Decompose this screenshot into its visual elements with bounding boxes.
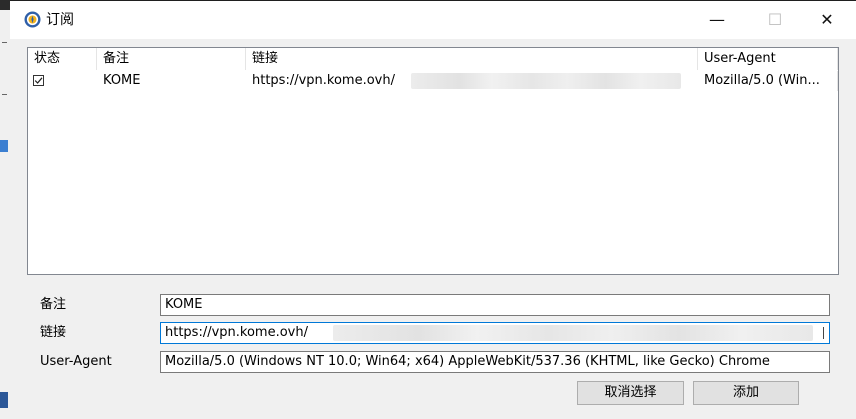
maximize-icon: ☐: [767, 10, 783, 29]
background-mark: [2, 42, 7, 43]
window-title: 订阅: [46, 12, 74, 28]
column-header-status[interactable]: 状态: [28, 48, 97, 70]
column-header-link[interactable]: 链接: [246, 48, 698, 70]
title-bar[interactable]: 订阅 — ☐ ✕: [10, 1, 856, 39]
row-enabled-checkbox[interactable]: [33, 75, 44, 86]
user-agent-input[interactable]: Mozilla/5.0 (Windows NT 10.0; Win64; x64…: [160, 351, 830, 373]
checkmark-icon: [34, 77, 43, 84]
user-agent-input-value: Mozilla/5.0 (Windows NT 10.0; Win64; x64…: [165, 354, 770, 369]
column-header-user-agent[interactable]: User-Agent: [698, 48, 838, 70]
row-link-text: https://vpn.kome.ovh/: [252, 73, 395, 88]
link-label: 链接: [40, 325, 67, 340]
text-caret: [823, 327, 824, 339]
background-window-titlebar: [0, 0, 10, 10]
app-badge-icon: [24, 11, 41, 28]
list-item[interactable]: KOME https://vpn.kome.ovh/ Mozilla/5.0 (…: [28, 71, 838, 91]
maximize-button[interactable]: ☐: [752, 1, 798, 39]
remark-label: 备注: [40, 297, 67, 312]
redacted-link-overlay: [333, 325, 813, 341]
column-header-remark[interactable]: 备注: [97, 48, 246, 70]
link-input[interactable]: https://vpn.kome.ovh/: [160, 322, 830, 344]
add-button[interactable]: 添加: [693, 381, 799, 405]
redacted-link-overlay: [411, 73, 681, 89]
remark-input-value: KOME: [165, 297, 203, 312]
background-window-button: [0, 392, 8, 408]
close-button[interactable]: ✕: [804, 1, 850, 39]
subscription-list[interactable]: 状态 备注 链接 User-Agent KOME https://vpn.kom…: [27, 47, 839, 275]
row-status-cell: [28, 71, 97, 91]
row-remark-cell: KOME: [103, 73, 141, 88]
list-header: 状态 备注 链接 User-Agent: [28, 48, 838, 70]
user-agent-label: User-Agent: [40, 354, 112, 369]
subscription-dialog: 订阅 — ☐ ✕ 状态 备注 链接 User-Agent KOME https:…: [10, 0, 856, 419]
screen: 订阅 — ☐ ✕ 状态 备注 链接 User-Agent KOME https:…: [0, 0, 856, 419]
minimize-icon: —: [709, 10, 725, 29]
remark-input[interactable]: KOME: [160, 294, 830, 316]
minimize-button[interactable]: —: [694, 1, 740, 39]
row-user-agent-cell: Mozilla/5.0 (Win...: [698, 71, 838, 91]
background-mark: [2, 94, 7, 95]
close-icon: ✕: [820, 10, 834, 29]
link-input-value: https://vpn.kome.ovh/: [165, 325, 308, 340]
cancel-selection-button[interactable]: 取消选择: [577, 381, 684, 405]
background-window-button: [0, 140, 8, 152]
